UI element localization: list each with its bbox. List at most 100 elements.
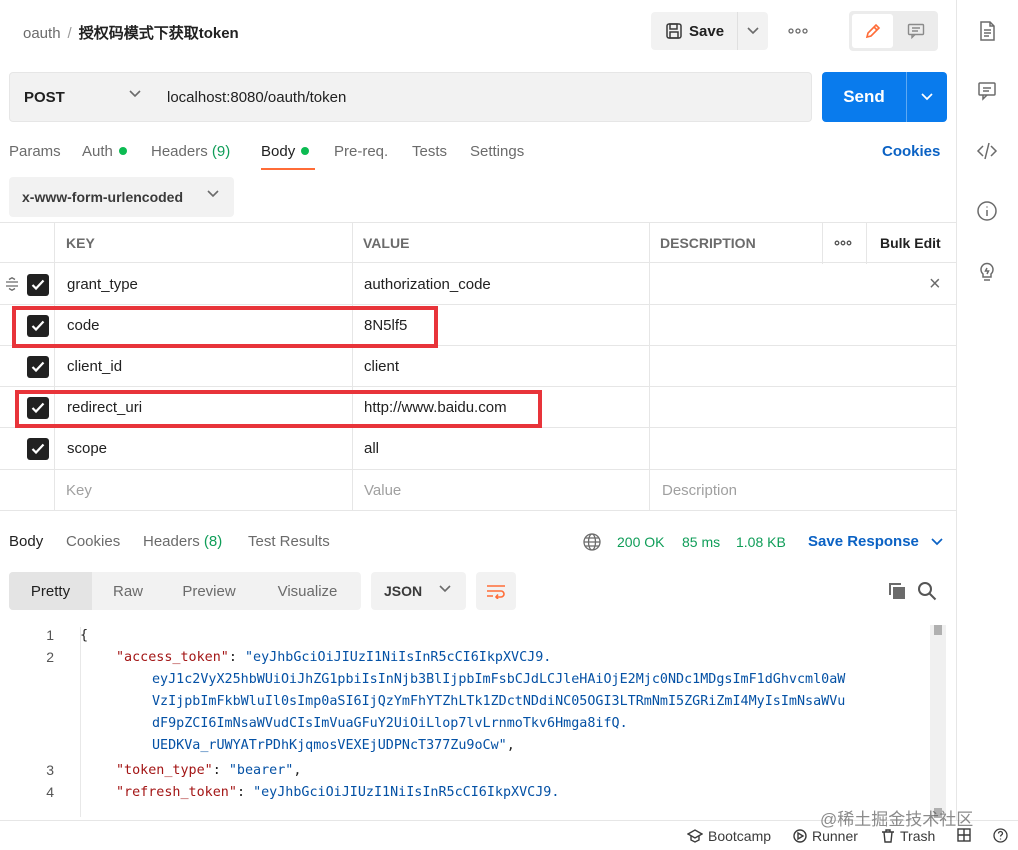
row-checkbox[interactable] [27, 438, 49, 460]
code-line: dF9pZCI6ImNsaWVudCIsImVuaGFuY2UiOiLlop7l… [152, 716, 628, 731]
cookies-link[interactable]: Cookies [882, 143, 940, 160]
url-input[interactable]: localhost:8080/oauth/token [153, 72, 812, 122]
copy-icon[interactable] [887, 581, 907, 601]
table-row: client_id client [0, 346, 956, 387]
lightbulb-icon[interactable] [976, 260, 998, 282]
more-actions-button[interactable] [783, 22, 813, 40]
wrap-lines-button[interactable] [476, 572, 516, 610]
drag-handle-icon[interactable] [5, 277, 19, 291]
tab-body[interactable]: Body [261, 143, 310, 160]
response-tab-headers[interactable]: Headers (8) [143, 533, 222, 550]
check-icon [31, 443, 45, 455]
tab-headers[interactable]: Headers (9) [151, 143, 230, 160]
more-icon [788, 28, 808, 34]
trash-button[interactable]: Trash [881, 828, 935, 844]
view-preview[interactable]: Preview [164, 572, 254, 610]
new-value-input[interactable]: Value [364, 470, 401, 510]
save-icon [666, 23, 682, 39]
response-view-switcher: Pretty Raw Preview Visualize [9, 572, 361, 610]
save-response-label: Save Response [808, 533, 919, 550]
format-value: JSON [384, 583, 423, 599]
method-select[interactable]: POST [9, 72, 154, 122]
code-line: eyJ1c2VyX25hbWUiOiJhZG1pbiIsInNjb3BlIjpb… [152, 672, 846, 687]
param-value[interactable]: client [364, 346, 399, 386]
comment-mode-button[interactable] [896, 14, 935, 48]
check-icon [31, 361, 45, 373]
json-string: UEDKVa_rUWYATrPDhKjqmosVEXEjUDPNcT377Zu9… [152, 738, 507, 753]
save-label: Save [689, 22, 725, 40]
highlight-box-redirect-uri [15, 390, 542, 428]
search-icon[interactable] [917, 581, 937, 601]
response-tab-cookies[interactable]: Cookies [66, 533, 120, 550]
save-response-button[interactable]: Save Response [808, 533, 943, 550]
view-visualize[interactable]: Visualize [254, 572, 361, 610]
format-select[interactable]: JSON [371, 572, 466, 610]
response-tab-test-results[interactable]: Test Results [248, 533, 330, 550]
view-raw[interactable]: Raw [92, 572, 164, 610]
row-checkbox[interactable] [27, 274, 49, 296]
col-description-header: DESCRIPTION [660, 234, 756, 251]
highlight-box-code [12, 306, 438, 348]
delete-row-button[interactable]: × [929, 264, 941, 304]
response-time[interactable]: 85 ms [682, 534, 720, 550]
json-string: "bearer" [228, 763, 294, 778]
code-line: UEDKVa_rUWYATrPDhKjqmosVEXEjUDPNcT377Zu9… [152, 738, 515, 753]
layout-toggle-button[interactable] [957, 828, 976, 842]
line-number: 1 [46, 627, 54, 643]
tab-headers-count: (9) [211, 143, 231, 160]
breadcrumb: oauth / 授权码模式下获取token [23, 22, 239, 43]
response-size[interactable]: 1.08 KB [736, 534, 786, 550]
postman-main: oauth / 授权码模式下获取token Save POST localhos… [0, 0, 956, 850]
json-string: "eyJhbGciOiJIUzI1NiIsInR5cCI6IkpXVCJ9. [245, 650, 552, 665]
comments-icon[interactable] [976, 80, 998, 102]
request-title[interactable]: 授权码模式下获取token [79, 25, 239, 42]
param-key[interactable]: grant_type [67, 264, 138, 304]
edit-mode-button[interactable] [852, 14, 893, 48]
runner-icon [793, 829, 807, 843]
code-line: VzIjpbImFkbWluIl0sImp0aSI6IjQzYmFhYTZhLT… [152, 694, 846, 709]
new-key-input[interactable]: Key [66, 470, 92, 510]
tab-prereq[interactable]: Pre-req. [334, 143, 388, 160]
code-scrollbar[interactable] [930, 625, 946, 818]
response-body-code[interactable]: 1 2 3 4 { "access_token": "eyJhbGciOiJIU… [0, 625, 930, 818]
send-button[interactable]: Send [822, 72, 906, 122]
url-value: localhost:8080/oauth/token [167, 88, 347, 106]
breadcrumb-collection[interactable]: oauth [23, 25, 61, 42]
bootcamp-icon [687, 829, 703, 843]
send-options-button[interactable] [906, 72, 947, 122]
tab-params[interactable]: Params [9, 143, 61, 160]
wrap-icon [487, 585, 505, 599]
param-key[interactable]: scope [67, 428, 107, 469]
auth-status-dot [118, 147, 127, 155]
tab-auth[interactable]: Auth [82, 143, 127, 160]
bulk-edit-button[interactable]: Bulk Edit [880, 223, 941, 262]
tab-tests[interactable]: Tests [412, 143, 447, 160]
scrollbar-thumb[interactable] [934, 625, 942, 635]
save-button[interactable]: Save [651, 12, 737, 50]
runner-button[interactable]: Runner [793, 828, 858, 844]
code-icon[interactable] [976, 140, 998, 162]
layout-icon [957, 828, 971, 842]
tab-settings[interactable]: Settings [470, 143, 524, 160]
new-description-input[interactable]: Description [662, 470, 737, 510]
json-key: "access_token" [116, 650, 229, 665]
trash-icon [882, 829, 894, 843]
table-more-button[interactable] [834, 223, 852, 262]
param-value[interactable]: all [364, 428, 379, 469]
active-tab-indicator [261, 168, 315, 170]
param-value[interactable]: authorization_code [364, 264, 491, 304]
param-key[interactable]: client_id [67, 346, 122, 386]
table-row: grant_type authorization_code × [0, 264, 956, 305]
save-options-button[interactable] [737, 12, 768, 50]
globe-icon[interactable] [582, 532, 602, 552]
status-code[interactable]: 200 OK [617, 534, 664, 550]
view-pretty[interactable]: Pretty [9, 572, 92, 610]
row-checkbox[interactable] [27, 356, 49, 378]
body-type-select[interactable]: x-www-form-urlencoded [9, 177, 234, 217]
help-button[interactable] [993, 828, 1013, 843]
bootcamp-button[interactable]: Bootcamp [687, 828, 771, 844]
documentation-icon[interactable] [976, 20, 998, 42]
info-icon[interactable] [976, 200, 998, 222]
right-sidebar [956, 0, 1018, 850]
response-tab-body[interactable]: Body [9, 533, 43, 550]
